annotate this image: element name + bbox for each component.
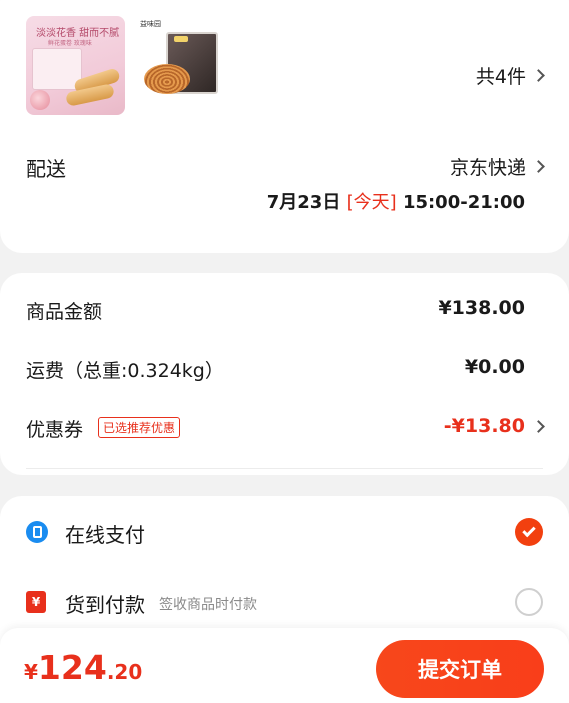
payment-option-online[interactable]: 在线支付 — [26, 512, 543, 552]
submit-order-button[interactable]: 提交订单 — [376, 640, 544, 698]
delivery-time-window: 15:00-21:00 — [402, 192, 525, 213]
coupon-recommended-badge: 已选推荐优惠 — [98, 417, 181, 438]
radio-unchecked-icon[interactable] — [515, 588, 543, 616]
total-decimal: .20 — [106, 660, 143, 684]
product-title: 淡淡花香 甜而不腻 — [36, 28, 120, 39]
chevron-right-icon — [532, 69, 545, 82]
delivery-date: 7月23日 — [266, 192, 341, 213]
coupon-discount-value: -¥13.80 — [443, 415, 525, 437]
payment-option-cod[interactable]: ¥ 货到付款 签收商品时付款 — [26, 582, 543, 622]
chevron-right-icon — [532, 420, 545, 433]
goods-amount-value: ¥138.00 — [438, 297, 525, 319]
product-brand: 益味园 — [140, 20, 161, 28]
delivery-time[interactable]: 7月23日 [今天] 15:00-21:00 — [267, 188, 525, 214]
item-count-link[interactable]: 共4件 — [475, 62, 545, 89]
total-integer: 124 — [37, 648, 107, 687]
delivery-carrier: 京东快递 — [449, 157, 526, 179]
total-currency: ¥ — [24, 660, 38, 684]
payment-cod-label: 货到付款 — [65, 593, 145, 617]
payment-online-label: 在线支付 — [65, 523, 145, 547]
order-total: ¥124.20 — [24, 648, 142, 687]
payment-cod-note: 签收商品时付款 — [159, 597, 257, 613]
coupon-label: 优惠券 — [26, 419, 84, 441]
goods-amount-label: 商品金额 — [26, 301, 103, 323]
yen-icon: ¥ — [26, 591, 46, 613]
radio-checked-icon[interactable] — [515, 518, 543, 546]
rose-graphic — [30, 90, 50, 110]
delivery-label: 配送 — [26, 157, 66, 181]
chevron-right-icon — [532, 160, 545, 173]
divider — [26, 468, 543, 469]
delivery-carrier-selector[interactable]: 京东快递 — [449, 153, 545, 180]
product-thumbnail-noodles[interactable]: 益味园 — [138, 16, 223, 101]
product-thumbnail-egg-roll[interactable]: 淡淡花香 甜而不腻 鲜花蛋卷 玫瑰味 — [26, 16, 125, 115]
shipping-fee-value: ¥0.00 — [464, 356, 525, 378]
price-breakdown-card: 商品金额 ¥138.00 运费（总重:0.324kg） ¥0.00 优惠券 已选… — [0, 273, 569, 475]
product-subtitle: 鲜花蛋卷 玫瑰味 — [48, 40, 92, 47]
checkout-bar: ¥124.20 提交订单 — [0, 628, 569, 703]
package-label-graphic — [174, 36, 188, 42]
delivery-today-tag: [今天] — [346, 192, 397, 213]
noodles-graphic — [144, 64, 190, 94]
order-summary-card: 淡淡花香 甜而不腻 鲜花蛋卷 玫瑰味 益味园 共4件 配送 京东快递 7月23日… — [0, 0, 569, 253]
phone-pay-icon — [26, 521, 48, 543]
shipping-fee-label: 运费（总重:0.324kg） — [26, 360, 224, 382]
item-count: 共4件 — [475, 66, 526, 88]
